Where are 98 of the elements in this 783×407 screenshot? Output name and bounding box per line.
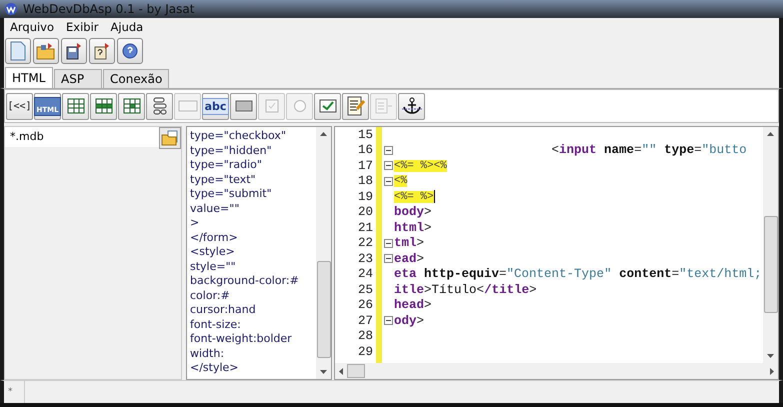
list-item[interactable]: font-size: <box>190 318 316 332</box>
line-number: 25 <box>356 282 374 297</box>
list-item[interactable]: </style> <box>190 361 316 376</box>
line-number: 29 <box>356 344 374 359</box>
list-item[interactable]: type="submit" <box>190 187 316 202</box>
line-number: 20 <box>356 205 374 220</box>
table-icon <box>94 98 112 114</box>
checkmark-icon <box>318 99 336 113</box>
anchor-icon <box>400 97 422 115</box>
code-line: <input name="" type="butto <box>550 143 747 158</box>
menu-item[interactable]: Ajuda <box>110 20 144 34</box>
code-line: tml> <box>394 236 424 250</box>
database-field[interactable]: *.mdb <box>5 127 159 147</box>
list-item[interactable]: > <box>190 216 316 230</box>
line-number: 28 <box>356 329 374 344</box>
down-arrow-icon[interactable] <box>767 354 774 358</box>
line-number: 23 <box>356 252 374 266</box>
scrollbar-thumb[interactable] <box>347 364 365 378</box>
line-number: 24 <box>356 267 374 282</box>
radio-icon <box>292 99 306 113</box>
code-line: html> <box>394 220 432 235</box>
line-number: 21 <box>356 220 374 235</box>
tab[interactable]: HTML <box>5 67 53 88</box>
component-button[interactable] <box>118 92 145 120</box>
notepad-pencil-icon <box>346 96 364 116</box>
down-arrow-icon[interactable] <box>320 370 327 374</box>
line-number: 26 <box>356 298 374 312</box>
code-line: eta http-equiv="Content-Type" content="text/html; <box>394 267 762 282</box>
label-icon: abc <box>202 98 230 114</box>
scrollbar[interactable] <box>763 127 778 363</box>
component-button[interactable] <box>342 92 369 120</box>
fold-icon[interactable] <box>384 316 392 326</box>
horizontal-scrollbar[interactable] <box>335 363 778 379</box>
list-item[interactable]: type="hidden" <box>190 144 316 158</box>
list-item[interactable]: width: <box>190 346 316 361</box>
left-arrow-icon[interactable] <box>339 368 343 374</box>
component-button[interactable] <box>398 92 425 120</box>
fold-icon[interactable] <box>384 238 392 248</box>
toolbar-button[interactable] <box>61 38 87 64</box>
scrollbar[interactable] <box>316 127 331 379</box>
toolbar-button[interactable] <box>89 38 115 64</box>
up-arrow-icon[interactable] <box>320 132 327 136</box>
list-item[interactable]: <style> <box>190 245 316 260</box>
up-arrow-icon[interactable] <box>767 132 774 136</box>
stacked-rows-icon <box>152 97 168 115</box>
component-button[interactable]: abc <box>202 92 229 120</box>
status-text: * <box>4 381 25 403</box>
browse-button[interactable] <box>159 127 181 149</box>
component-button[interactable] <box>62 92 89 120</box>
fold-icon[interactable] <box>384 161 392 170</box>
line-number: 17 <box>356 158 374 173</box>
list-item[interactable]: font-weight:bolder <box>190 332 316 346</box>
button-shape-icon <box>234 100 252 112</box>
list-icon <box>374 98 392 114</box>
checkbox-icon <box>264 99 278 113</box>
app-icon <box>4 2 18 16</box>
fold-icon[interactable] <box>384 146 392 155</box>
fold-icon[interactable] <box>384 176 392 186</box>
line-number: 27 <box>356 314 374 328</box>
list-item[interactable]: cursor:hand <box>190 303 316 318</box>
toolbar-button[interactable] <box>117 38 143 64</box>
menu-item[interactable]: Arquivo <box>10 20 54 34</box>
line-number: 15 <box>356 128 374 142</box>
list-item[interactable]: type="checkbox" <box>190 129 316 144</box>
table-icon <box>122 98 140 114</box>
code-line: itle>Título</title> <box>394 282 537 297</box>
component-button[interactable] <box>90 92 117 120</box>
document-icon <box>9 41 27 61</box>
line-number: 16 <box>356 143 374 158</box>
line-number: 18 <box>356 174 374 188</box>
table-icon <box>66 98 84 114</box>
tab[interactable]: Conexão <box>103 69 170 88</box>
code-line: head> <box>394 298 432 312</box>
folder-icon <box>36 42 56 60</box>
list-item[interactable]: value="" <box>190 202 316 216</box>
help-icon <box>121 42 139 60</box>
folder-icon <box>161 130 179 146</box>
text-cursor <box>434 190 435 204</box>
component-button[interactable] <box>314 92 341 120</box>
fold-icon[interactable] <box>384 254 392 264</box>
tab[interactable]: ASP <box>54 69 102 88</box>
right-arrow-icon[interactable] <box>770 368 774 374</box>
code-line: ody> <box>394 314 424 328</box>
menu-item[interactable]: Exibir <box>66 20 99 34</box>
back-button[interactable]: [<<] <box>6 92 33 120</box>
code-line: body> <box>394 205 432 220</box>
list-item[interactable]: </form> <box>190 230 316 245</box>
list-item[interactable]: style="" <box>190 260 316 274</box>
line-number: 22 <box>356 236 374 250</box>
window-title: WebDevDbAsp 0.1 - by Jasat <box>23 2 194 16</box>
list-item[interactable]: background-color:# <box>190 274 316 288</box>
line-number: 19 <box>356 190 374 204</box>
textbox-icon <box>178 100 198 112</box>
list-item[interactable]: color:# <box>190 288 316 303</box>
list-item[interactable]: type="text" <box>190 172 316 187</box>
component-button[interactable] <box>146 92 173 120</box>
code-line: ead> <box>394 252 424 266</box>
list-item[interactable]: type="radio" <box>190 158 316 172</box>
